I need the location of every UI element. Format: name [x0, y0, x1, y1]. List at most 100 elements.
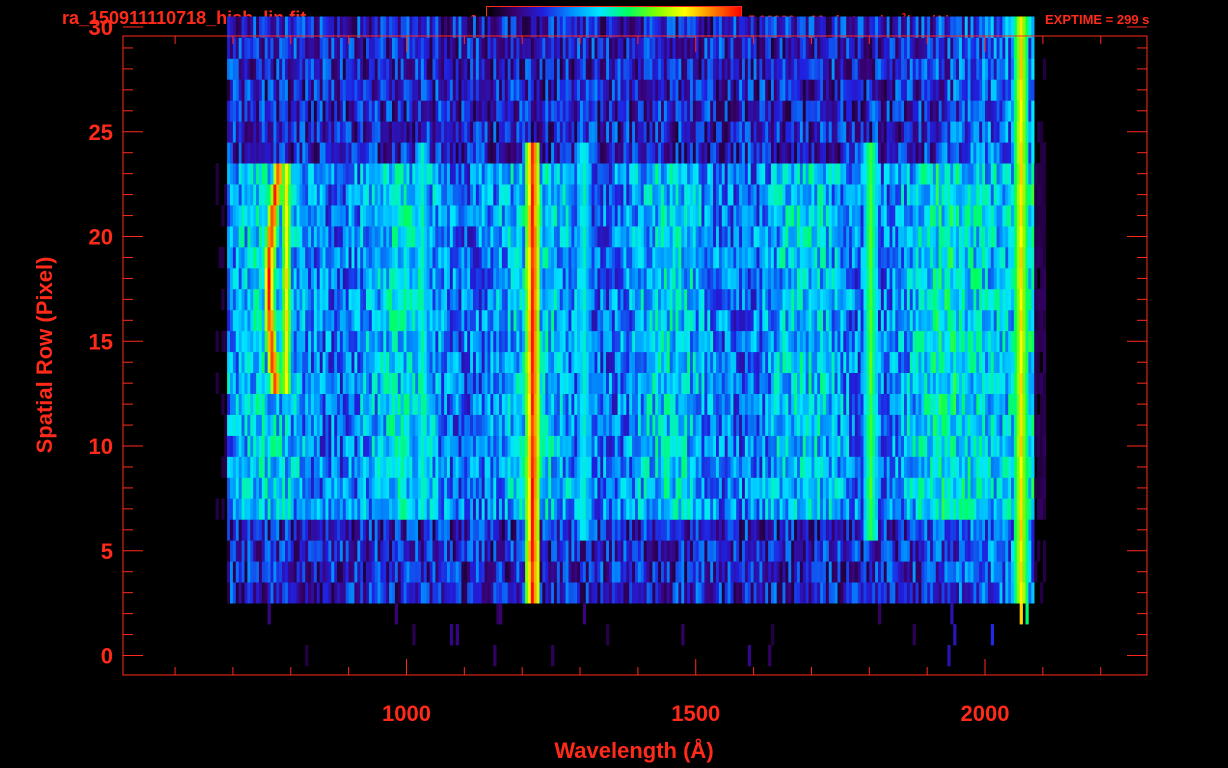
heatmap-cell: [886, 414, 890, 436]
heatmap-cell: [293, 498, 297, 520]
heatmap-cell: [860, 247, 864, 269]
heatmap-cell: [950, 519, 954, 541]
heatmap-cell: [788, 309, 792, 332]
heatmap-cell: [938, 372, 942, 394]
heatmap-cell: [849, 288, 853, 311]
heatmap-cell: [837, 288, 841, 311]
heatmap-cell: [675, 226, 679, 248]
heatmap-cell: [727, 267, 731, 290]
heatmap-cell: [802, 372, 806, 394]
heatmap-cell: [675, 372, 679, 394]
heatmap-cell: [478, 477, 482, 499]
heatmap-cell: [886, 582, 890, 604]
heatmap-cell: [987, 288, 992, 311]
heatmap-cell: [325, 540, 329, 562]
heatmap-cell: [302, 498, 306, 520]
heatmap-cell: [970, 519, 974, 541]
heatmap-cell: [866, 498, 870, 520]
heatmap-cell: [403, 456, 407, 478]
heatmap-cell: [976, 372, 980, 394]
heatmap-cell: [227, 267, 231, 290]
heatmap-cell: [785, 372, 789, 394]
heatmap-cell: [455, 435, 459, 457]
heatmap-cell: [238, 540, 242, 562]
heatmap-cell: [695, 372, 699, 394]
heatmap-cell: [718, 477, 723, 499]
heatmap-cell: [348, 414, 352, 436]
heatmap-cell: [458, 351, 462, 373]
heatmap-cell: [909, 247, 913, 269]
heatmap-cell: [339, 267, 344, 290]
heatmap-cell: [461, 414, 465, 436]
heatmap-cell: [452, 309, 456, 332]
heatmap-cell: [377, 330, 381, 353]
heatmap-cell: [614, 456, 618, 478]
heatmap-cell: [898, 393, 902, 415]
heatmap-cell: [458, 309, 462, 332]
heatmap-cell: [383, 561, 387, 583]
heatmap-cell: [478, 540, 482, 562]
heatmap-cell: [941, 540, 945, 562]
heatmap-cell: [591, 372, 595, 394]
heatmap-cell: [779, 540, 783, 562]
heatmap-cell: [536, 435, 540, 457]
heatmap-cell: [565, 540, 569, 562]
heatmap-cell: [704, 477, 708, 499]
heatmap-cell: [432, 561, 436, 583]
heatmap-cell: [493, 414, 497, 436]
heatmap-cell: [504, 226, 508, 248]
heatmap-cell: [1016, 288, 1020, 311]
heatmap-cell: [950, 267, 954, 290]
heatmap-cell: [649, 477, 653, 499]
heatmap-cell: [915, 582, 919, 604]
heatmap-cell: [270, 435, 274, 457]
heatmap-cell: [368, 372, 373, 394]
heatmap-cell: [762, 498, 766, 520]
heatmap-cell: [930, 582, 934, 604]
heatmap-cell: [710, 519, 714, 541]
heatmap-cell: [941, 519, 945, 541]
heatmap-cell: [313, 267, 318, 290]
heatmap-cell: [580, 226, 584, 248]
heatmap-cell: [927, 519, 931, 541]
heatmap-cell: [990, 414, 994, 436]
heatmap-cell: [927, 456, 931, 478]
heatmap-cell: [227, 330, 231, 353]
heatmap-cell: [478, 351, 482, 373]
heatmap-cell: [551, 309, 555, 332]
heatmap-cell: [276, 393, 280, 415]
heatmap-cell: [409, 414, 413, 436]
heatmap-cell: [1002, 267, 1006, 290]
heatmap-cell: [823, 247, 827, 269]
heatmap-cell: [400, 582, 404, 604]
heatmap-cell: [898, 435, 902, 457]
heatmap-cell: [357, 540, 361, 562]
heatmap-cell: [620, 330, 624, 353]
heatmap-cell: [345, 393, 349, 415]
heatmap-cell: [739, 351, 743, 373]
heatmap-cell: [973, 267, 977, 290]
heatmap-cell: [823, 414, 827, 436]
heatmap-cell: [892, 582, 896, 604]
heatmap-cell: [915, 519, 919, 541]
heatmap-cell: [449, 519, 454, 541]
heatmap-cell: [692, 561, 697, 583]
heatmap-cell: [979, 435, 983, 457]
heatmap-cell: [400, 498, 404, 520]
heatmap-cell: [525, 393, 529, 415]
heatmap-cell: [397, 393, 401, 415]
heatmap-cell: [606, 582, 610, 604]
heatmap-cell: [542, 414, 546, 436]
heatmap-cell: [582, 540, 587, 562]
heatmap-cell: [533, 372, 537, 394]
heatmap-cell: [235, 351, 239, 373]
heatmap-cell: [990, 267, 994, 290]
heatmap-cell: [285, 561, 289, 583]
heatmap-cell: [582, 309, 587, 332]
heatmap-cell: [571, 435, 575, 457]
heatmap-cell: [788, 456, 792, 478]
heatmap-cell: [394, 288, 399, 311]
heatmap-cell: [357, 519, 361, 541]
heatmap-cell: [716, 309, 720, 332]
heatmap-cell: [987, 582, 992, 604]
